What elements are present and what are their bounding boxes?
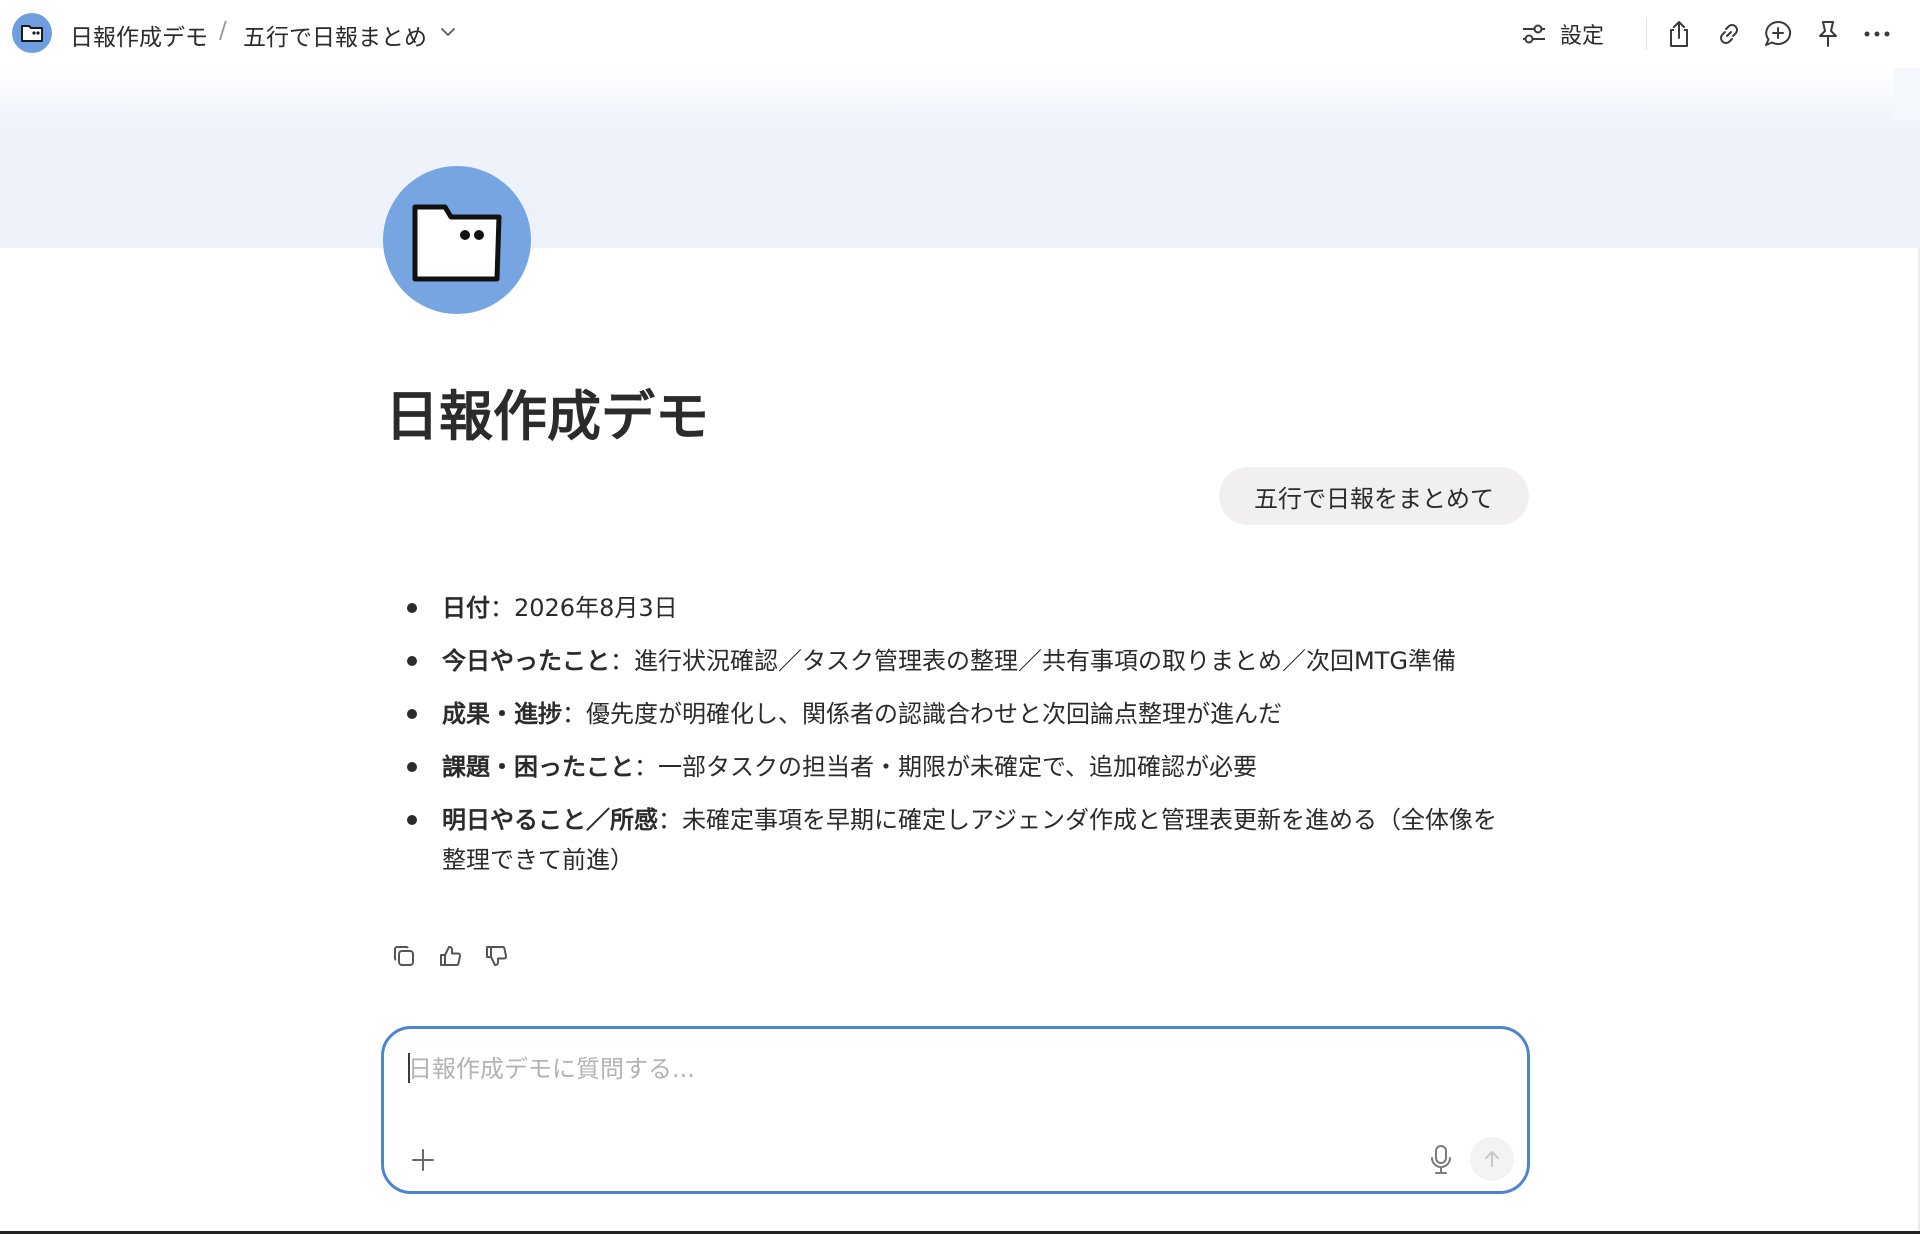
copy-button[interactable] (390, 942, 418, 970)
banner-edge (1894, 68, 1920, 120)
thumbs-up-button[interactable] (436, 942, 464, 970)
send-button[interactable] (1470, 1137, 1514, 1181)
user-message-bubble: 五行で日報をまとめて (1219, 467, 1529, 525)
page-title: 日報作成デモ (385, 385, 709, 448)
answer-item: 日付：2026年8月3日 (400, 588, 1520, 628)
folder-icon (412, 204, 502, 282)
bullet (407, 709, 417, 719)
copy-link-button[interactable] (1710, 15, 1748, 53)
answer-item: 課題・困ったこと：一部タスクの担当者・期限が未確定で、追加確認が必要 (400, 747, 1520, 787)
answer-list: 日付：2026年8月3日 今日やったこと：進行状況確認／タスク管理表の整理／共有… (400, 588, 1520, 880)
answer-item-label: 成果・進捗 (442, 700, 562, 728)
bullet (407, 815, 417, 825)
bullet (407, 603, 417, 613)
chevron-down-icon[interactable] (438, 22, 458, 42)
answer-actions (390, 942, 510, 970)
answer-item: 成果・進捗：優先度が明確化し、関係者の認識合わせと次回論点整理が進んだ (400, 694, 1520, 734)
settings-sliders-icon (1523, 24, 1545, 44)
space-avatar[interactable] (383, 166, 531, 314)
toolbar-divider (1646, 18, 1647, 50)
microphone-icon (1431, 1145, 1451, 1174)
bullet (407, 656, 417, 666)
top-bar: 日報作成デモ / 五行で日報まとめ 設定 (0, 0, 1920, 68)
answer-item-text: ：優先度が明確化し、関係者の認識合わせと次回論点整理が進んだ (562, 700, 1282, 728)
answer-item-label: 明日やること／所感 (442, 806, 658, 834)
plus-icon (412, 1149, 434, 1171)
space-banner (0, 68, 1920, 248)
answer-item-text: ：2026年8月3日 (490, 594, 678, 622)
more-icon (1864, 31, 1890, 37)
folder-icon (21, 25, 43, 42)
thumbs-down-icon (486, 946, 507, 967)
pin-icon (1819, 21, 1837, 47)
more-button[interactable] (1858, 15, 1896, 53)
question-input[interactable] (408, 1049, 1498, 1093)
text-caret (408, 1053, 410, 1083)
assistant-answer: 日付：2026年8月3日 今日やったこと：進行状況確認／タスク管理表の整理／共有… (400, 588, 1520, 893)
answer-item-text: ：進行状況確認／タスク管理表の整理／共有事項の取りまとめ／次回MTG準備 (610, 647, 1456, 675)
thumbs-up-icon (440, 945, 461, 966)
space-icon[interactable] (12, 13, 52, 53)
settings-label: 設定 (1560, 24, 1605, 49)
breadcrumb-separator: / (219, 18, 227, 44)
voice-input-button[interactable] (1426, 1143, 1456, 1177)
answer-item: 今日やったこと：進行状況確認／タスク管理表の整理／共有事項の取りまとめ／次回MT… (400, 641, 1520, 681)
share-icon (1670, 21, 1688, 47)
link-icon (1720, 24, 1738, 44)
breadcrumb-space[interactable]: 日報作成デモ (70, 18, 208, 52)
arrow-up-icon (1485, 1151, 1499, 1167)
message-composer (381, 1026, 1530, 1194)
settings-button[interactable]: 設定 (1520, 14, 1604, 54)
pin-button[interactable] (1809, 15, 1847, 53)
answer-item-label: 今日やったこと (442, 647, 610, 675)
comment-add-icon (1765, 20, 1792, 46)
answer-item-text: ：一部タスクの担当者・期限が未確定で、追加確認が必要 (634, 753, 1258, 781)
breadcrumb-chat-title[interactable]: 五行で日報まとめ (243, 18, 427, 52)
thumbs-down-button[interactable] (482, 942, 510, 970)
copy-icon (393, 945, 414, 966)
add-comment-button[interactable] (1759, 15, 1797, 53)
answer-item-label: 課題・困ったこと (442, 753, 634, 781)
attach-button[interactable] (408, 1145, 438, 1175)
answer-item-label: 日付 (442, 594, 490, 622)
answer-item: 明日やること／所感：未確定事項を早期に確定しアジェンダ作成と管理表更新を進める（… (400, 800, 1520, 880)
bullet (407, 762, 417, 772)
share-button[interactable] (1660, 15, 1698, 53)
